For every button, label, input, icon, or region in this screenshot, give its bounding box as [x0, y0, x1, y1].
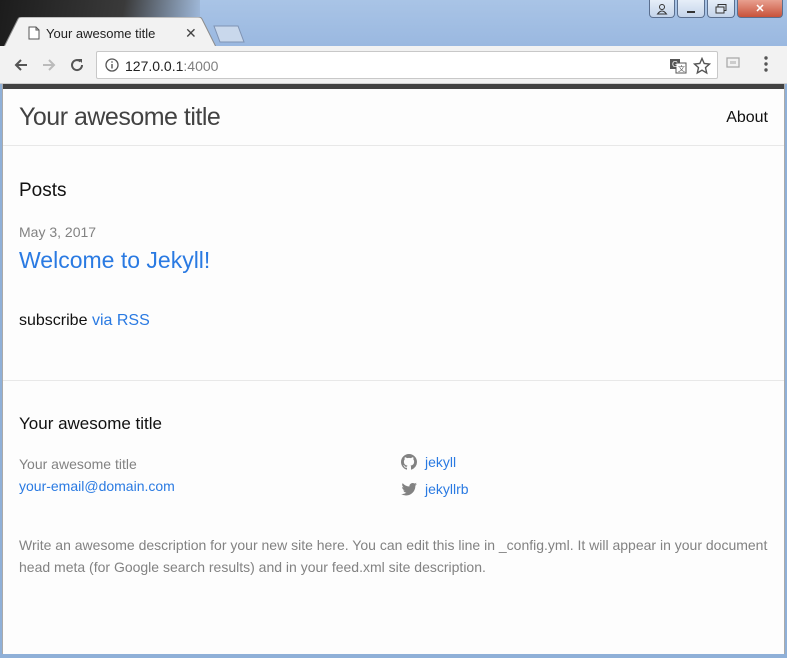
footer-heading: Your awesome title [19, 414, 163, 433]
nav-about-link[interactable]: About [726, 109, 768, 127]
site-header: Your awesome title About [3, 89, 784, 146]
tab-content: Your awesome title [28, 24, 155, 42]
browser-toolbar: 127.0.0.1:4000 G 文 [0, 46, 787, 84]
tab-close-icon[interactable]: ✕ [185, 25, 197, 42]
kebab-menu-icon[interactable] [758, 55, 774, 73]
back-icon[interactable] [10, 54, 32, 76]
star-icon[interactable] [693, 57, 711, 75]
maximize-icon[interactable] [707, 0, 735, 18]
url-port: :4000 [183, 58, 219, 74]
minimize-icon[interactable] [677, 0, 705, 18]
footer-email-link[interactable]: your-email@domain.com [19, 478, 175, 494]
tab-title: Your awesome title [46, 25, 156, 41]
window-controls: ✕ [649, 0, 783, 18]
address-bar[interactable]: 127.0.0.1:4000 G 文 [96, 51, 718, 79]
subscribe-line: subscribe via RSS [19, 312, 150, 330]
url-host: 127.0.0.1 [125, 58, 184, 74]
footer-site-name: Your awesome title [19, 456, 137, 472]
forward-icon[interactable] [38, 54, 60, 76]
url-text: 127.0.0.1:4000 [125, 58, 218, 74]
site-title-link[interactable]: Your awesome title [19, 103, 221, 132]
post-date: May 3, 2017 [19, 224, 97, 240]
twitter-icon [401, 482, 417, 496]
translate-icon[interactable]: G 文 [669, 57, 687, 75]
subscribe-text: subscribe [19, 312, 88, 329]
reload-icon[interactable] [66, 54, 88, 76]
site-description: Write an awesome description for your ne… [19, 537, 768, 575]
close-window-icon[interactable]: ✕ [737, 0, 783, 18]
site-footer: Your awesome title Your awesome title yo… [3, 381, 784, 651]
github-icon [401, 454, 417, 470]
info-icon[interactable] [105, 58, 119, 72]
new-tab-button[interactable] [212, 25, 246, 43]
github-link[interactable]: jekyll [401, 454, 456, 470]
github-username: jekyll [425, 454, 457, 470]
page-icon [28, 26, 40, 40]
twitter-username: jekyllrb [425, 481, 469, 497]
svg-text:文: 文 [678, 64, 685, 73]
main-content: Posts May 3, 2017 Welcome to Jekyll! sub… [3, 146, 784, 381]
posts-heading: Posts [19, 180, 67, 201]
page-viewport: Your awesome title About Posts May 3, 20… [2, 84, 785, 654]
cast-icon[interactable] [725, 55, 741, 71]
rss-link[interactable]: via RSS [92, 312, 150, 329]
twitter-link[interactable]: jekyllrb [401, 481, 469, 497]
profile-icon[interactable] [649, 0, 675, 18]
post-title-link[interactable]: Welcome to Jekyll! [19, 247, 210, 274]
